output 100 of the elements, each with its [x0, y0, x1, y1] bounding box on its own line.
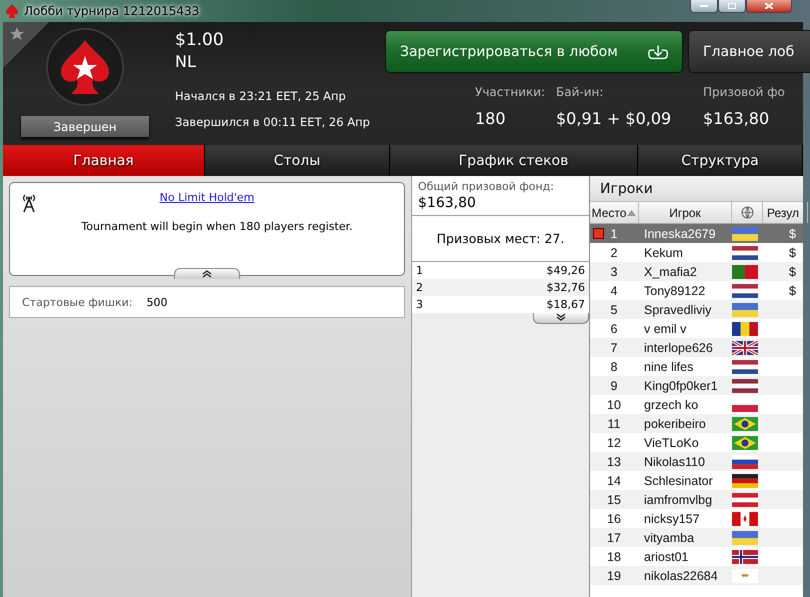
- collapse-handle[interactable]: [174, 268, 240, 279]
- player-place: 7: [610, 340, 618, 354]
- player-place: 17: [607, 530, 621, 544]
- stat-label: Бай-ин:: [556, 85, 604, 99]
- stat-value: $163,80: [703, 109, 770, 128]
- player-result: $: [789, 264, 797, 278]
- player-name: nikolas22684: [643, 568, 718, 582]
- star-icon[interactable]: [9, 26, 25, 42]
- player-place: 12: [607, 436, 621, 450]
- column-header[interactable]: Игрок: [639, 202, 732, 223]
- main-lobby-button[interactable]: Главное лоб: [688, 30, 810, 73]
- player-place: 8: [610, 360, 618, 374]
- prize-place: 3: [416, 298, 423, 311]
- globe-icon: [740, 206, 754, 219]
- player-place: 10: [607, 398, 621, 412]
- player-name: pokeribeiro: [643, 416, 706, 430]
- game-link[interactable]: No Limit Hold'em: [160, 191, 254, 204]
- player-name: interlope626: [643, 340, 713, 354]
- close-icon: [765, 3, 773, 9]
- window-title: Лобби турнира 1212015433: [24, 4, 200, 18]
- minimize-icon: [700, 4, 708, 8]
- prize-amount: $32,76: [546, 281, 585, 294]
- player-name: Tony89122: [643, 284, 706, 298]
- stat-value: 180: [475, 109, 507, 128]
- player-row[interactable]: 17 vityamba: [590, 528, 803, 547]
- expand-handle[interactable]: [533, 313, 589, 324]
- player-place: 4: [610, 284, 618, 298]
- player-row[interactable]: 1 Inneska2679 $: [590, 224, 803, 243]
- register-button[interactable]: Зарегистрироваться в любом: [385, 30, 683, 73]
- prize-places: Призовых мест: 27.: [412, 216, 589, 262]
- player-name: iamfromvlbg: [643, 492, 712, 506]
- player-place: 18: [607, 550, 621, 564]
- player-name: Inneska2679: [643, 226, 716, 240]
- start-time: Начался в 23:21 EET, 25 Апр: [175, 89, 347, 103]
- player-name: nicksy157: [643, 512, 700, 526]
- player-place: 2: [610, 246, 618, 260]
- player-name: vityamba: [643, 530, 694, 544]
- minimize-button[interactable]: [690, 0, 718, 13]
- player-place: 15: [607, 492, 621, 506]
- player-row[interactable]: 13 Nikolas110: [590, 452, 803, 471]
- player-name: VieTLoKo: [643, 436, 699, 450]
- tab[interactable]: Структура: [638, 145, 803, 176]
- stat-label: Участники:: [475, 85, 546, 99]
- stat-value: $0,91 + $0,09: [556, 109, 672, 128]
- prize-amount: $49,26: [546, 264, 585, 277]
- player-name: King0fp0ker1: [643, 378, 718, 392]
- player-place: 11: [608, 416, 620, 430]
- player-place: 13: [607, 454, 621, 468]
- player-name: Schlesinator: [643, 474, 713, 488]
- player-place: 19: [607, 568, 621, 582]
- player-row[interactable]: 19 nikolas22684: [590, 566, 803, 585]
- prize-amount: $18,67: [546, 298, 585, 311]
- status-ribbon: Завершен: [21, 116, 149, 137]
- end-time: Завершился в 00:11 EET, 26 Апр: [175, 115, 371, 129]
- chips-label: Стартовые фишки:: [22, 296, 132, 308]
- player-row[interactable]: 7 interlope626: [590, 338, 803, 357]
- tab[interactable]: Столы: [205, 145, 390, 176]
- player-name: v emil v: [643, 322, 686, 336]
- player-row[interactable]: 5 Spravedliviy: [590, 300, 803, 319]
- prize-place: 2: [416, 281, 423, 294]
- maximize-button[interactable]: [718, 0, 746, 13]
- player-name: ariost01: [643, 550, 688, 564]
- player-result: $: [789, 246, 797, 260]
- chips-value: 500: [146, 296, 168, 308]
- player-row[interactable]: 15 iamfromvlbg: [590, 490, 803, 509]
- chevron-down-icon[interactable]: [555, 313, 567, 322]
- player-place: 16: [607, 512, 621, 526]
- player-row[interactable]: 9 King0fp0ker1: [590, 376, 803, 395]
- players-title: Игроки: [590, 176, 803, 202]
- prize-place: 1: [416, 264, 423, 277]
- player-name: Spravedliviy: [643, 302, 712, 316]
- tab[interactable]: График стеков: [390, 145, 638, 176]
- player-row[interactable]: 11 pokeribeiro: [590, 414, 803, 433]
- player-place: 9: [610, 378, 618, 392]
- player-result: $: [789, 284, 797, 298]
- column-header[interactable]: Место: [590, 202, 639, 223]
- prize-pool-label: Общий призовой фонд:: [418, 180, 555, 193]
- game-type: NL: [175, 52, 196, 71]
- close-button[interactable]: [746, 0, 792, 13]
- player-place: 6: [610, 322, 618, 336]
- chevron-up-icon[interactable]: [201, 269, 213, 278]
- sort-up-icon: [627, 210, 636, 216]
- stat-label: Призовой фо: [703, 85, 786, 99]
- spade-star-logo: [59, 38, 111, 96]
- prize-pool-value: $163,80: [418, 195, 477, 211]
- player-row[interactable]: 3 X_mafia2 $: [590, 262, 803, 281]
- player-name: nine lifes: [643, 360, 694, 374]
- buy-in-amount: $1.00: [175, 30, 224, 50]
- player-place: 14: [607, 474, 621, 488]
- player-name: grzech ko: [643, 398, 698, 412]
- spade-icon: [6, 4, 18, 18]
- antenna-icon: [20, 193, 38, 213]
- player-place: 5: [610, 302, 618, 316]
- download-icon: [648, 44, 668, 60]
- column-header[interactable]: Резул: [763, 202, 808, 223]
- info-message: Tournament will begin when 180 players register.: [80, 220, 353, 233]
- tab[interactable]: Главная: [3, 145, 205, 176]
- player-name: X_mafia2: [643, 264, 697, 278]
- player-name: Kekum: [643, 246, 683, 260]
- player-place: 3: [610, 264, 618, 278]
